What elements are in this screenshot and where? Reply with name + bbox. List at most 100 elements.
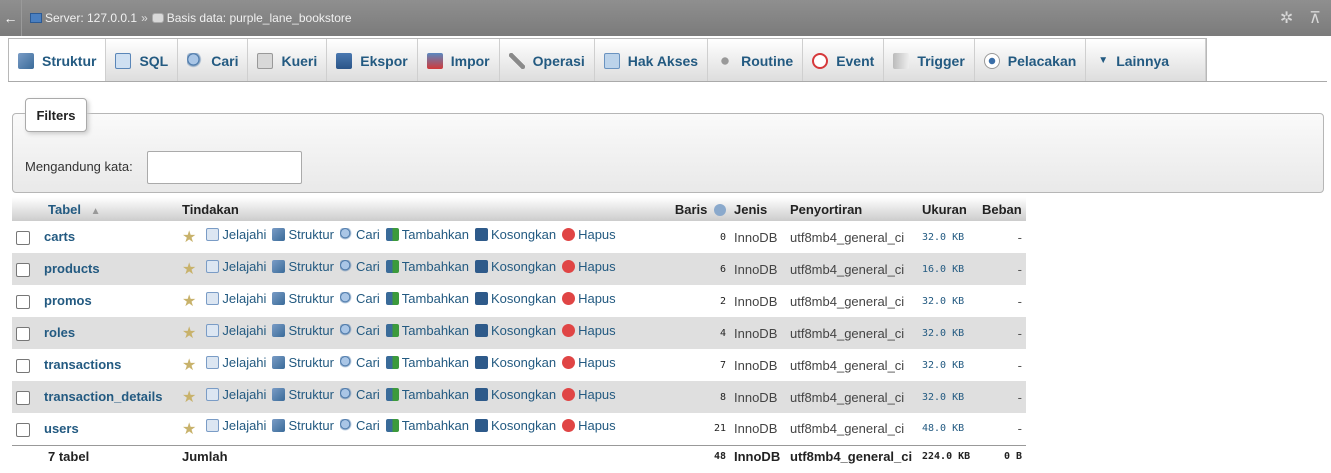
action-tambahkan[interactable]: Tambahkan [385,355,469,370]
action-label: Hapus [578,226,616,242]
action-jelajahi[interactable]: Jelajahi [206,387,266,402]
header-baris[interactable]: Baris [666,197,730,221]
action-jelajahi[interactable]: Jelajahi [206,259,266,274]
size[interactable]: 32.0 KB [918,221,978,253]
settings-gear-icon[interactable]: ✲ [1280,8,1293,28]
action-jelajahi[interactable]: Jelajahi [206,418,266,433]
row-checkbox[interactable] [16,294,30,309]
action-tambahkan[interactable]: Tambahkan [385,291,469,306]
table-name-link[interactable]: transactions [44,357,121,372]
action-cari[interactable]: Cari [339,323,380,338]
action-hapus[interactable]: Hapus [562,355,616,370]
tab-kueri[interactable]: Kueri [248,39,328,82]
table-name-link[interactable]: transaction_details [44,389,163,404]
drop-icon [562,291,576,305]
header-jenis[interactable]: Jenis [730,197,786,221]
row-checkbox[interactable] [16,390,30,405]
action-struktur[interactable]: Struktur [272,323,334,338]
action-struktur[interactable]: Struktur [272,227,334,242]
action-hapus[interactable]: Hapus [562,387,616,402]
action-hapus[interactable]: Hapus [562,291,616,306]
row-checkbox[interactable] [16,262,30,277]
tab-ekspor[interactable]: Ekspor [327,39,418,82]
tab-hak-akses[interactable]: Hak Akses [595,39,709,82]
tab-struktur[interactable]: Struktur [9,39,107,82]
table-name-link[interactable]: products [44,261,100,276]
row-checkbox[interactable] [16,326,30,341]
favorite-star-icon[interactable]: ★ [182,261,196,278]
header-penyortiran[interactable]: Penyortiran [786,197,918,221]
size[interactable]: 32.0 KB [918,317,978,349]
action-jelajahi[interactable]: Jelajahi [206,291,266,306]
favorite-star-icon[interactable]: ★ [182,325,196,342]
action-cari[interactable]: Cari [339,227,380,242]
action-struktur[interactable]: Struktur [272,387,334,402]
tab-trigger[interactable]: Trigger [884,39,975,82]
action-label: Kosongkan [491,354,557,370]
action-kosongkan[interactable]: Kosongkan [475,259,556,274]
row-checkbox[interactable] [16,358,30,373]
action-jelajahi[interactable]: Jelajahi [206,355,266,370]
action-kosongkan[interactable]: Kosongkan [475,291,556,306]
action-cari[interactable]: Cari [339,259,380,274]
action-hapus[interactable]: Hapus [562,418,616,433]
row-checkbox[interactable] [16,422,30,437]
size[interactable]: 32.0 KB [918,381,978,413]
tab-pelacakan[interactable]: Pelacakan [975,39,1087,82]
tab-routine[interactable]: Routine [708,39,804,82]
action-cari[interactable]: Cari [339,387,380,402]
action-tambahkan[interactable]: Tambahkan [385,227,469,242]
favorite-star-icon[interactable]: ★ [182,389,196,406]
tab-impor[interactable]: Impor [418,39,500,82]
size[interactable]: 48.0 KB [918,413,978,445]
action-kosongkan[interactable]: Kosongkan [475,323,556,338]
contains-input[interactable] [147,151,302,184]
favorite-star-icon[interactable]: ★ [182,421,196,438]
action-cari[interactable]: Cari [339,291,380,306]
row-checkbox[interactable] [16,230,30,245]
action-tambahkan[interactable]: Tambahkan [385,323,469,338]
table-name-link[interactable]: carts [44,229,75,244]
header-tabel[interactable]: Tabel ▲ [12,197,178,221]
tab-event[interactable]: Event [803,39,885,82]
action-hapus[interactable]: Hapus [562,259,616,274]
action-tambahkan[interactable]: Tambahkan [385,387,469,402]
size[interactable]: 32.0 KB [918,349,978,381]
tab-cari[interactable]: Cari [178,39,249,82]
action-kosongkan[interactable]: Kosongkan [475,227,556,242]
action-kosongkan[interactable]: Kosongkan [475,355,556,370]
tab-operasi[interactable]: Operasi [500,39,595,82]
favorite-star-icon[interactable]: ★ [182,357,196,374]
action-kosongkan[interactable]: Kosongkan [475,418,556,433]
action-struktur[interactable]: Struktur [272,355,334,370]
size[interactable]: 32.0 KB [918,285,978,317]
action-label: Jelajahi [222,354,267,370]
table-name-link[interactable]: roles [44,325,75,340]
action-jelajahi[interactable]: Jelajahi [206,323,266,338]
action-struktur[interactable]: Struktur [272,291,334,306]
action-struktur[interactable]: Struktur [272,418,334,433]
help-icon[interactable] [714,204,726,217]
action-kosongkan[interactable]: Kosongkan [475,387,556,402]
action-jelajahi[interactable]: Jelajahi [206,227,266,242]
action-tambahkan[interactable]: Tambahkan [385,259,469,274]
action-tambahkan[interactable]: Tambahkan [385,418,469,433]
tab-lainnya[interactable]: ▼ Lainnya [1086,39,1207,82]
header-beban[interactable]: Beban [978,197,1026,221]
action-cari[interactable]: Cari [339,355,380,370]
action-hapus[interactable]: Hapus [562,323,616,338]
size[interactable]: 16.0 KB [918,253,978,285]
favorite-star-icon[interactable]: ★ [182,229,196,246]
action-cari[interactable]: Cari [339,418,380,433]
collapse-icon[interactable]: ⊼ [1309,8,1321,28]
table-name-link[interactable]: users [44,421,79,436]
table-name-link[interactable]: promos [44,293,92,308]
back-arrow-icon[interactable]: ← [0,0,22,36]
breadcrumb-database[interactable]: Basis data: purple_lane_bookstore [167,11,352,25]
favorite-star-icon[interactable]: ★ [182,293,196,310]
action-struktur[interactable]: Struktur [272,259,334,274]
tab-sql[interactable]: SQL [106,39,179,82]
breadcrumb-server[interactable]: Server: 127.0.0.1 [45,11,137,25]
header-ukuran[interactable]: Ukuran [918,197,978,221]
action-hapus[interactable]: Hapus [562,227,616,242]
